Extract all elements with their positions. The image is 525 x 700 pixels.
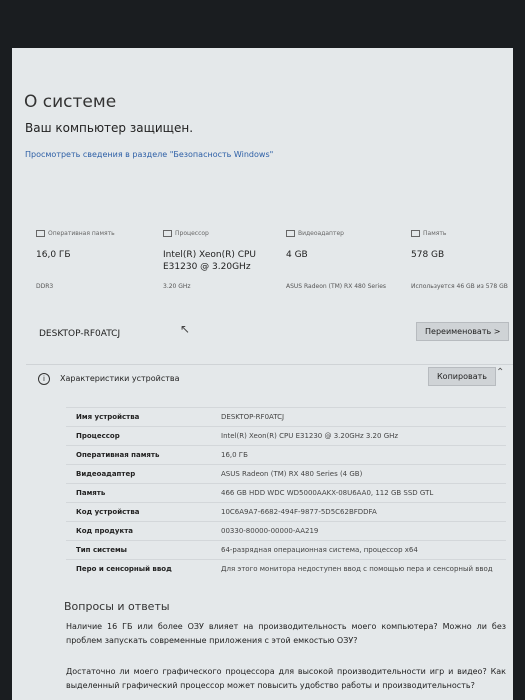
card-cpu: Процессор Intel(R) Xeon(R) CPU E31230 @ … — [159, 224, 277, 320]
copy-button[interactable]: Копировать — [428, 367, 496, 386]
ram-icon — [36, 230, 45, 237]
card-value: 578 GB — [411, 250, 445, 260]
collapse-chevron-icon[interactable]: ⌃ — [496, 367, 504, 378]
security-link[interactable]: Просмотреть сведения в разделе "Безопасн… — [25, 149, 285, 160]
storage-icon — [411, 230, 420, 237]
card-label: Оперативная память — [48, 230, 115, 237]
card-sub: DDR3 — [36, 283, 54, 290]
gpu-icon — [286, 230, 295, 237]
mouse-cursor-icon: ↖ — [180, 322, 191, 336]
card-value: 4 GB — [286, 250, 308, 260]
card-label: Видеоадаптер — [298, 230, 344, 237]
table-row: Код продукта 00330-80000-00000-AA219 — [66, 521, 506, 540]
settings-window: О системе Ваш компьютер защищен. Просмот… — [12, 48, 513, 700]
device-specs-section: i Характеристики устройства Копировать ⌃… — [26, 364, 513, 585]
table-row: Код устройства 10C6A9A7-6682-494F-9877-5D… — [66, 502, 506, 521]
card-label: Процессор — [175, 230, 209, 237]
protection-status: Ваш компьютер защищен. — [25, 121, 194, 135]
faq-title: Вопросы и ответы — [64, 600, 170, 613]
table-row: Перо и сенсорный ввод Для этого монитора … — [66, 559, 506, 588]
card-storage: Память 578 GB Используется 46 GB из 578 … — [407, 224, 513, 320]
faq-question[interactable]: Достаточно ли моего графического процесс… — [66, 665, 506, 693]
faq-question[interactable]: Наличие 16 ГБ или более ОЗУ влияет на пр… — [66, 620, 506, 648]
summary-cards: Оперативная память 16,0 ГБ DDR3 Процессо… — [32, 224, 512, 320]
specs-table: Имя устройства DESKTOP-RF0ATCJ Процессор I… — [66, 407, 506, 588]
card-sub: 3.20 GHz — [163, 283, 191, 290]
card-ram: Оперативная память 16,0 ГБ DDR3 — [32, 224, 150, 320]
section-title: Характеристики устройства — [60, 374, 180, 383]
info-icon: i — [38, 373, 50, 385]
table-row: Тип системы 64-разрядная операционная сис… — [66, 540, 506, 559]
card-gpu: Видеоадаптер 4 GB ASUS Radeon (TM) RX 48… — [282, 224, 400, 320]
cpu-icon — [163, 230, 172, 237]
rename-button[interactable]: Переименовать > — [416, 322, 510, 341]
card-label: Память — [423, 230, 447, 237]
table-row: Оперативная память 16,0 ГБ — [66, 445, 506, 464]
device-name: DESKTOP-RF0ATCJ — [39, 329, 121, 339]
page-title: О системе — [24, 92, 117, 112]
table-row: Видеоадаптер ASUS Radeon (TM) RX 480 Seri… — [66, 464, 506, 483]
table-row: Процессор Intel(R) Xeon(R) CPU E31230 @ 3… — [66, 426, 506, 445]
card-value: 16,0 ГБ — [36, 250, 71, 260]
card-sub: ASUS Radeon (TM) RX 480 Series — [286, 283, 387, 290]
table-row: Имя устройства DESKTOP-RF0ATCJ — [66, 407, 506, 426]
card-value: Intel(R) Xeon(R) CPU E31230 @ 3.20GHz — [163, 250, 257, 272]
card-sub: Используется 46 GB из 578 GB — [411, 283, 508, 290]
table-row: Память 466 GB HDD WDC WD5000AAKX-08U6AA0,… — [66, 483, 506, 502]
